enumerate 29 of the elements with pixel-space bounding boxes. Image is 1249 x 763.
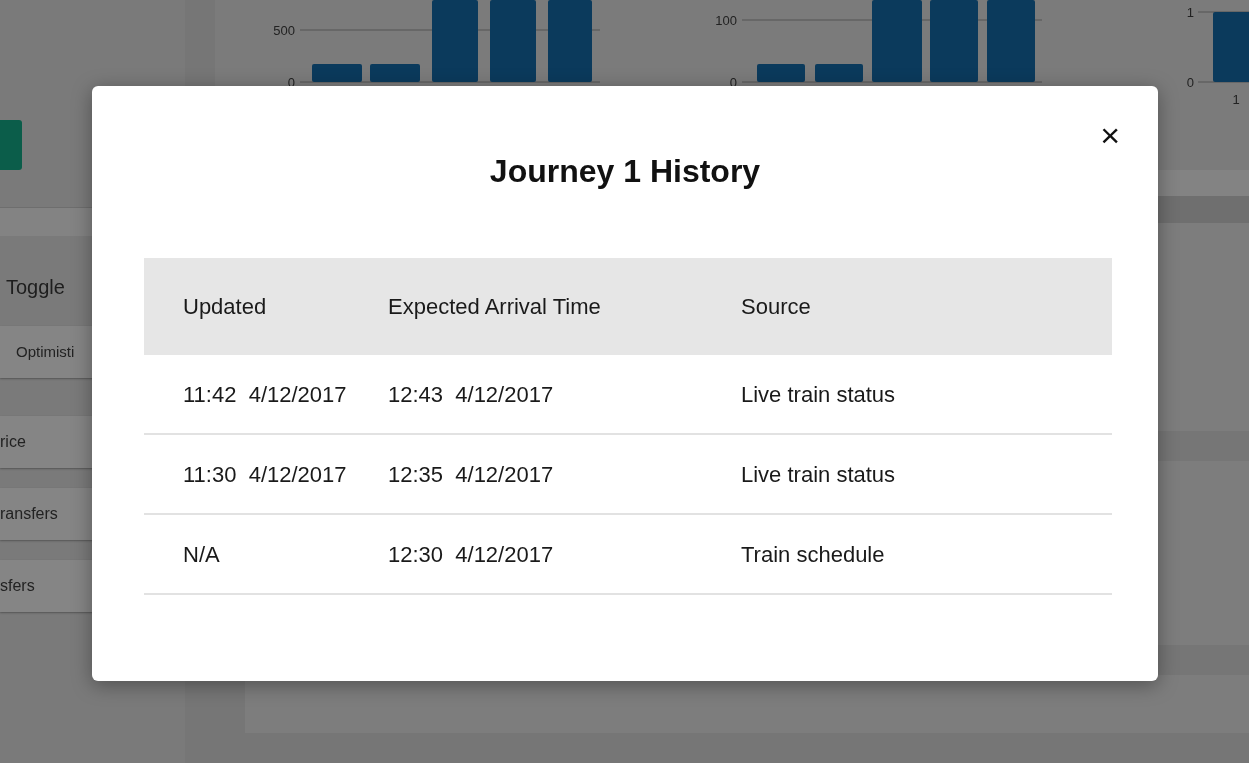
bar: [757, 64, 805, 82]
button-edge[interactable]: [0, 120, 22, 170]
bar: [1213, 12, 1249, 82]
axis-tick-label: 100: [715, 13, 737, 28]
toggle-label: Toggle: [6, 276, 65, 298]
column-header: Updated: [183, 294, 267, 320]
table-cell: 12:35 4/12/2017: [388, 461, 554, 487]
table-cell: 11:42 4/12/2017: [183, 381, 347, 407]
axis-tick-label: 500: [273, 23, 295, 38]
bar: [312, 64, 362, 82]
table-cell: Live train status: [741, 381, 896, 407]
table-cell: 12:30 4/12/2017: [388, 541, 554, 567]
filter-button[interactable]: ransfers: [0, 488, 95, 540]
filter-button[interactable]: sfers: [0, 560, 95, 612]
axis-tick-label: 0: [1186, 75, 1194, 90]
table-cell: Train schedule: [741, 541, 885, 567]
table-cell: N/A: [183, 541, 220, 567]
table-cell: 11:30 4/12/2017: [183, 461, 347, 487]
axis-tick-label: 1: [1186, 5, 1194, 20]
dialog-title: Journey 1 History: [489, 152, 761, 191]
filter-button[interactable]: rice: [0, 416, 95, 468]
bar: [370, 64, 420, 82]
close-button[interactable]: ×: [1096, 116, 1124, 154]
axis-tick-label: 1: [1232, 92, 1240, 107]
column-header: Expected Arrival Time: [388, 294, 601, 320]
bar: [815, 64, 863, 82]
table-cell: Live train status: [741, 461, 896, 487]
column-header: Source: [741, 294, 811, 320]
table-cell: 12:43 4/12/2017: [388, 381, 554, 407]
